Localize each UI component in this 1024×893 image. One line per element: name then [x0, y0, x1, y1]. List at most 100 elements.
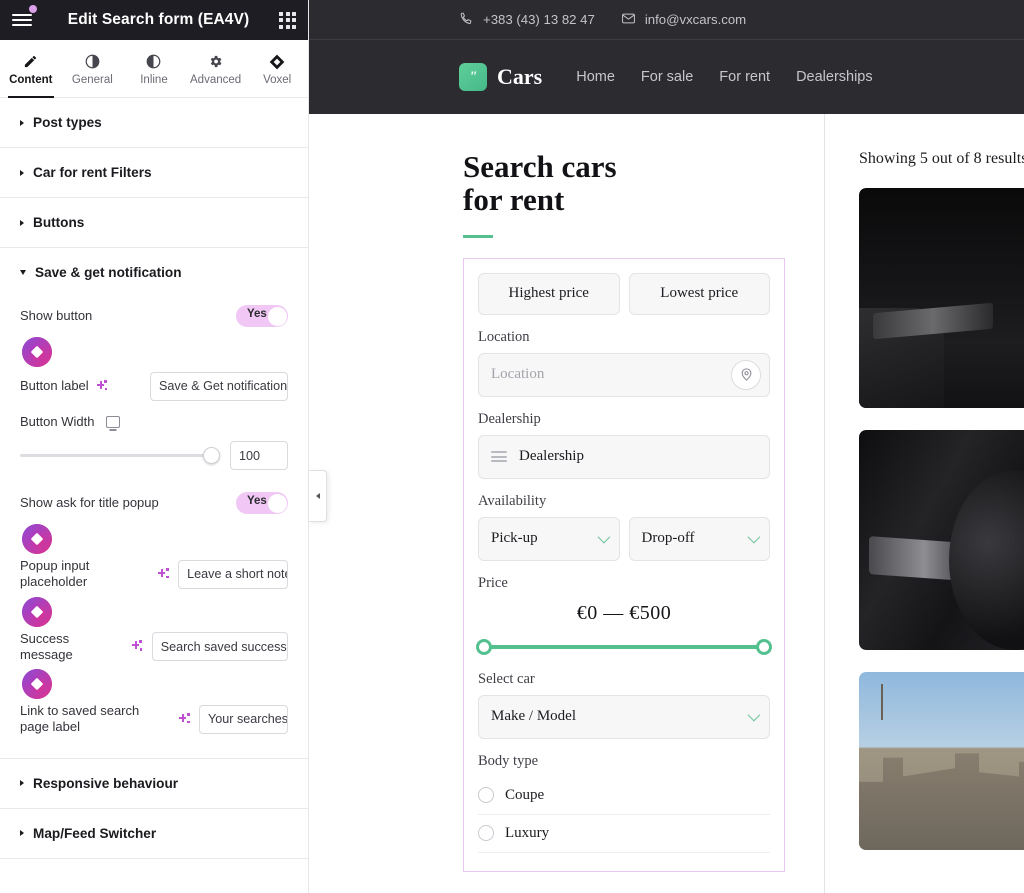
brand-name: Cars [497, 64, 543, 89]
contrast-icon [146, 54, 161, 70]
results-count: Showing 5 out of 8 results [859, 150, 1024, 167]
result-card[interactable] [859, 188, 1024, 408]
editor-tabs: Content General Inline Advanced Voxel [0, 40, 308, 98]
pickup-select[interactable]: Pick-up [478, 516, 620, 561]
section-label: Save & get notification [35, 265, 182, 280]
sparkle-icon[interactable] [131, 640, 144, 653]
results-column: Showing 5 out of 8 results [825, 114, 1024, 893]
save-section-body: Show button Yes Button label Save & Get … [20, 297, 288, 758]
location-input[interactable]: Location [478, 352, 770, 397]
saved-search-link-input[interactable]: Your searches [199, 704, 288, 734]
map-pin-icon[interactable] [731, 359, 761, 390]
field-saved-search-link: Link to saved search page label Your sea… [20, 703, 288, 736]
tab-general[interactable]: General [62, 40, 124, 97]
button-label-input[interactable]: Save & Get notification [150, 371, 288, 401]
sparkle-icon[interactable] [157, 567, 170, 581]
field-success-message: Success message Search saved successf [20, 631, 288, 664]
chevron-down-icon [597, 531, 610, 544]
range-thumb-max[interactable] [756, 638, 772, 655]
tab-content[interactable]: Content [0, 40, 62, 98]
nav-link-dealerships[interactable]: Dealerships [796, 69, 873, 85]
input-value: 100 [239, 448, 261, 463]
lowest-price-button[interactable]: Lowest price [628, 272, 770, 315]
price-range-slider[interactable] [476, 638, 772, 655]
search-heading: Search cars for rent [463, 150, 824, 217]
desktop-icon[interactable] [106, 416, 121, 428]
result-card[interactable] [859, 430, 1024, 650]
topbar-email[interactable]: info@vxcars.com [621, 11, 746, 29]
car-interior-dark-dashboard-image [859, 188, 1024, 408]
site-logo[interactable]: " Cars [459, 63, 542, 91]
tab-advanced[interactable]: Advanced [185, 40, 247, 97]
availability-row: Pick-up Drop-off [478, 516, 770, 561]
field-show-ask-popup: Show ask for title popup Yes [20, 488, 288, 518]
radio-icon[interactable] [478, 787, 494, 804]
field-label: Button label [20, 378, 109, 394]
preview-columns: Search cars for rent Highest price Lowes… [309, 114, 1024, 893]
dropoff-select[interactable]: Drop-off [628, 516, 770, 561]
body-type-option-luxury[interactable]: Luxury [478, 815, 770, 853]
label-text: Success message [20, 630, 73, 662]
availability-label: Availability [478, 492, 547, 509]
chevron-down-icon [747, 709, 761, 722]
option-label: Luxury [505, 824, 550, 841]
result-card[interactable] [859, 672, 1024, 850]
voxel-logo-icon [22, 596, 52, 627]
slider-thumb[interactable] [203, 447, 220, 464]
chevron-down-icon [747, 531, 761, 544]
highest-price-button[interactable]: Highest price [478, 272, 620, 315]
location-label: Location [478, 328, 530, 345]
show-button-toggle[interactable]: Yes [236, 305, 288, 327]
historic-castle-building-blue-sky-image [859, 672, 1024, 850]
nav-link-for-sale[interactable]: For sale [641, 69, 693, 85]
hamburger-icon[interactable] [12, 5, 38, 31]
dropoff-value: Drop-off [641, 530, 695, 547]
field-label: Show ask for title popup [20, 494, 159, 510]
chevron-right-icon [20, 119, 24, 126]
search-form: Highest price Lowest price Location Loca… [463, 257, 785, 872]
dealership-input[interactable]: Dealership [478, 434, 770, 479]
site-navbar: " Cars Home For sale For rent Dealership… [309, 40, 1024, 114]
tab-label: Voxel [263, 73, 292, 86]
grid-apps-icon[interactable] [279, 11, 296, 29]
section-map-feed-switcher: Map/Feed Switcher [0, 809, 308, 859]
sort-button-row: Highest price Lowest price [478, 272, 770, 315]
section-buttons: Buttons [0, 198, 308, 248]
sparkle-icon[interactable] [178, 712, 191, 726]
phone-icon [459, 11, 474, 29]
toggle-knob [267, 493, 287, 513]
section-header[interactable]: Car for rent Filters [20, 148, 288, 197]
section-header[interactable]: Responsive behaviour [20, 759, 288, 808]
section-header[interactable]: Map/Feed Switcher [20, 809, 288, 858]
show-ask-popup-toggle[interactable]: Yes [236, 492, 288, 514]
topbar-phone[interactable]: +383 (43) 13 82 47 [459, 11, 595, 29]
section-label: Responsive behaviour [33, 775, 179, 791]
sidebar-collapse-handle[interactable] [309, 470, 327, 522]
tab-inline[interactable]: Inline [123, 40, 185, 97]
site-topbar: +383 (43) 13 82 47 info@vxcars.com [309, 0, 1024, 40]
toggle-value: Yes [247, 308, 267, 320]
success-message-input[interactable]: Search saved successf [151, 632, 288, 662]
nav-link-home[interactable]: Home [576, 69, 615, 85]
button-width-slider[interactable] [20, 446, 220, 466]
section-header[interactable]: Post types [20, 98, 288, 147]
button-width-input[interactable]: 100 [230, 441, 288, 470]
gear-icon [208, 54, 223, 70]
section-label: Car for rent Filters [33, 165, 152, 180]
popup-placeholder-input[interactable]: Leave a short note. [178, 559, 288, 589]
section-save-get-notification: Save & get notification Show button Yes [0, 248, 308, 759]
settings-panel: Post types Car for rent Filters Buttons [0, 98, 308, 893]
body-type-option-coupe[interactable]: Coupe [478, 777, 770, 815]
nav-link-for-rent[interactable]: For rent [719, 69, 770, 85]
field-button-width: Button Width [20, 407, 288, 437]
section-label: Buttons [33, 215, 85, 230]
tab-voxel[interactable]: Voxel [246, 40, 308, 97]
sparkle-icon[interactable] [96, 379, 109, 393]
make-model-value: Make / Model [491, 708, 576, 725]
radio-icon[interactable] [478, 825, 494, 842]
tab-label: Content [9, 73, 53, 86]
section-header[interactable]: Save & get notification [20, 248, 288, 297]
range-thumb-min[interactable] [476, 638, 492, 655]
section-header[interactable]: Buttons [20, 198, 288, 247]
make-model-select[interactable]: Make / Model [478, 694, 770, 739]
